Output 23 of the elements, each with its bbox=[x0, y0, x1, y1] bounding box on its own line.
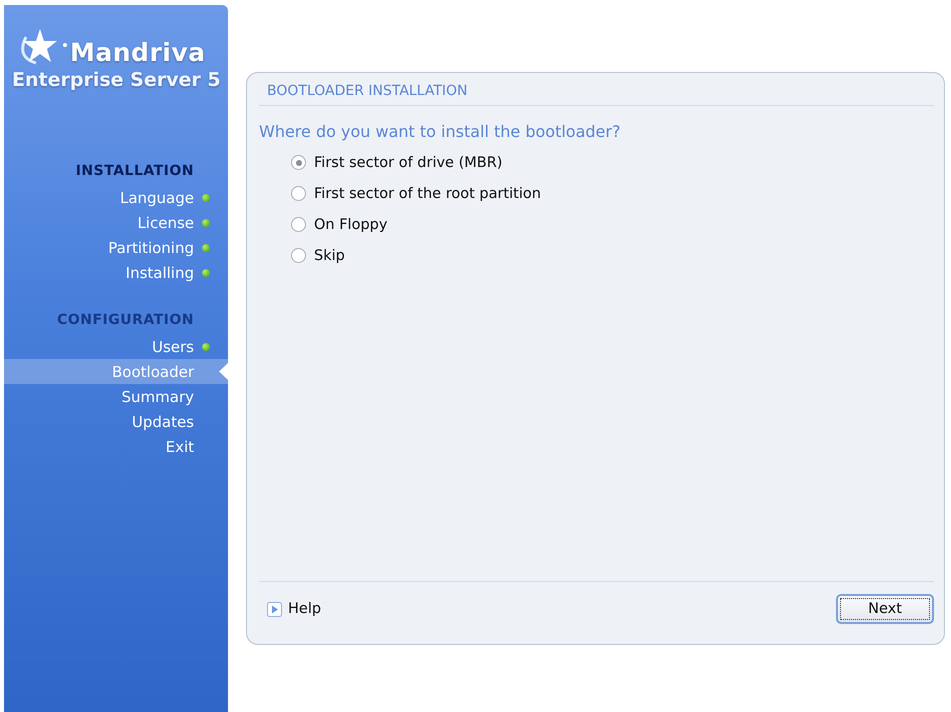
help-button[interactable]: Help bbox=[267, 601, 322, 617]
step-item[interactable]: Users bbox=[4, 334, 228, 359]
step-item[interactable]: Exit bbox=[4, 434, 228, 459]
selection-pointer-icon bbox=[219, 363, 228, 380]
step-item[interactable]: License bbox=[4, 210, 228, 235]
step-item[interactable]: Language bbox=[4, 185, 228, 210]
section-heading: INSTALLATION bbox=[74, 163, 195, 179]
next-button[interactable]: Next bbox=[836, 594, 934, 624]
step-item[interactable]: Partitioning bbox=[4, 235, 228, 260]
step-item[interactable]: Updates bbox=[4, 409, 228, 434]
panel-title: BOOTLOADER INSTALLATION bbox=[259, 83, 934, 106]
step-item[interactable]: Installing bbox=[4, 260, 228, 285]
product-name: Enterprise Server 5 bbox=[12, 69, 221, 91]
question-text: Where do you want to install the bootloader? bbox=[259, 122, 622, 141]
expand-icon bbox=[267, 602, 282, 616]
step-item[interactable]: Summary bbox=[4, 384, 228, 409]
section-heading: CONFIGURATION bbox=[56, 312, 195, 328]
radio-option[interactable]: First sector of the root partition bbox=[291, 178, 934, 209]
radio-option[interactable]: On Floppy bbox=[291, 209, 934, 240]
brand-name: Mandriva bbox=[70, 38, 206, 67]
radio-option[interactable]: Skip bbox=[291, 240, 934, 271]
radio-option[interactable]: First sector of drive (MBR) bbox=[291, 147, 934, 178]
step-item[interactable]: Bootloader bbox=[4, 359, 228, 384]
